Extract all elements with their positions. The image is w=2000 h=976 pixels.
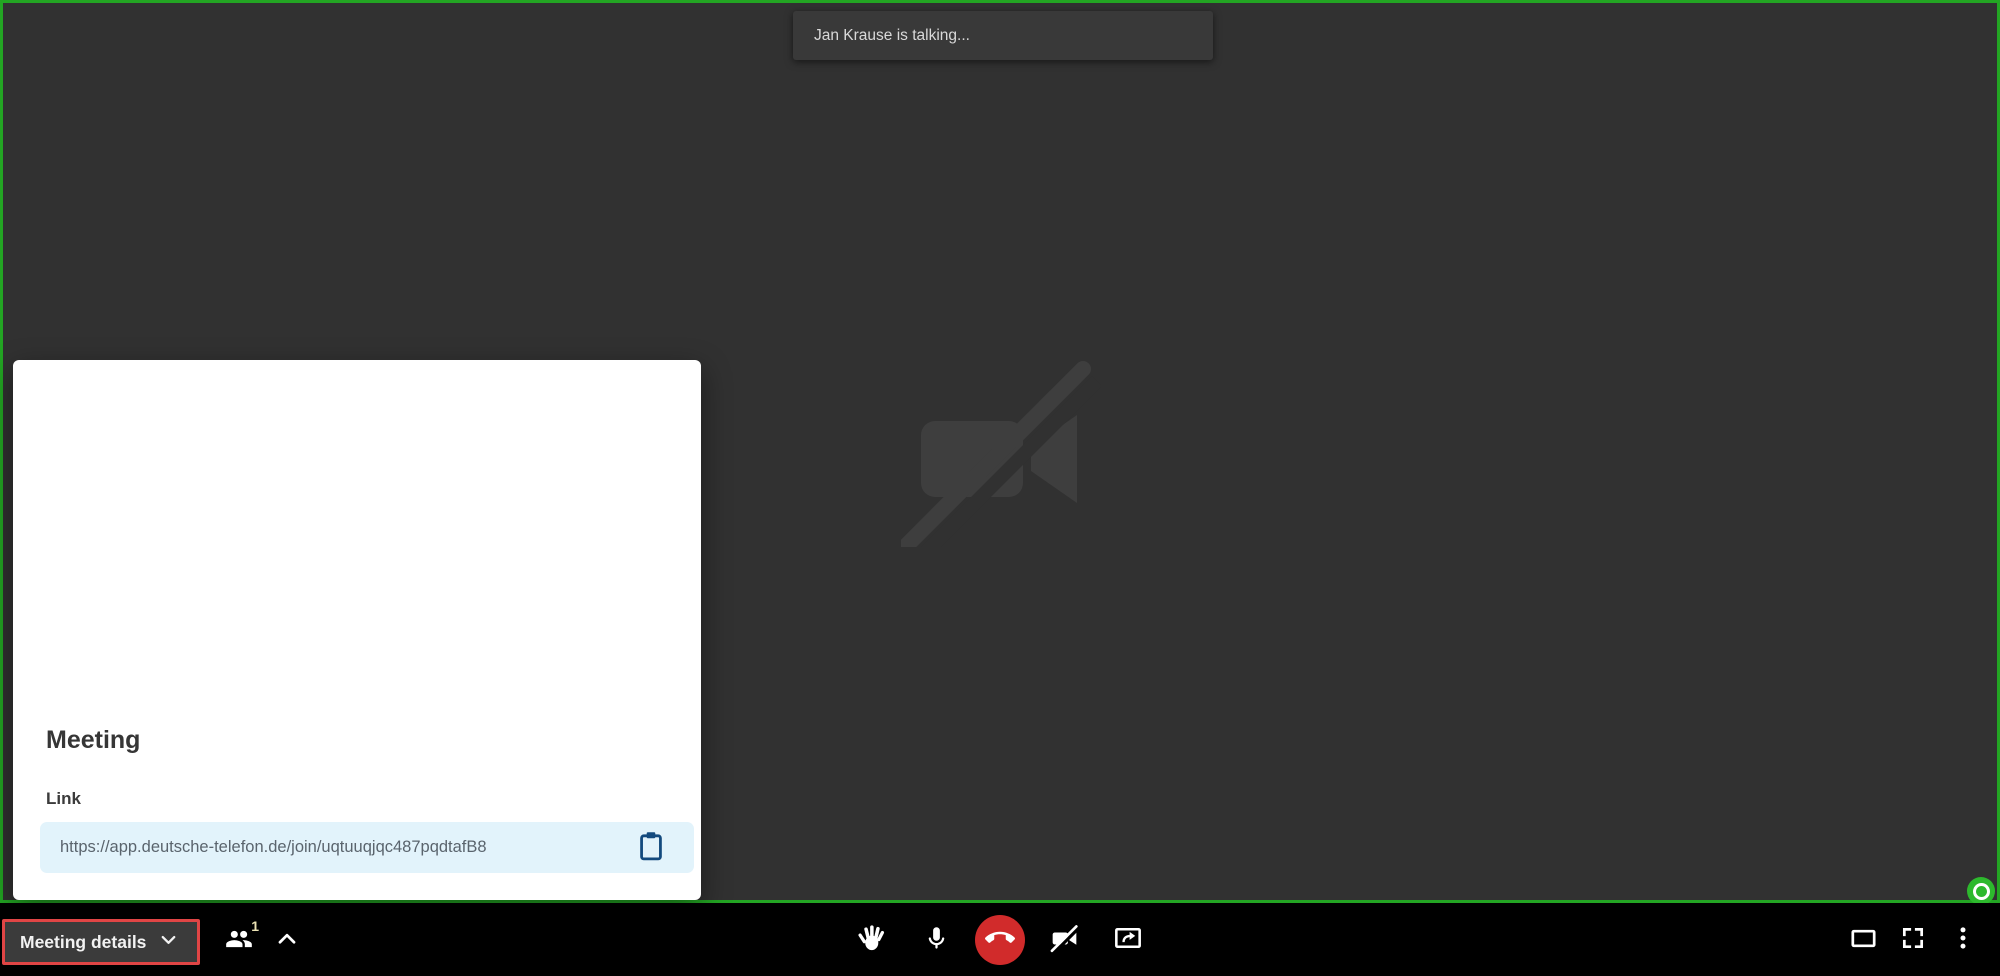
- fullscreen-button[interactable]: [1888, 903, 1938, 976]
- hang-up-icon: [985, 923, 1015, 956]
- link-label: Link: [46, 789, 81, 809]
- copy-link-button[interactable]: [636, 831, 666, 865]
- chevron-up-icon: [274, 926, 300, 955]
- participants-button[interactable]: 1: [216, 917, 262, 963]
- share-screen-icon: [1114, 924, 1142, 955]
- call-controls: [840, 903, 1160, 976]
- filmstrip-view-icon: [1850, 925, 1877, 955]
- share-screen-button[interactable]: [1096, 903, 1160, 976]
- chevron-down-icon: [157, 928, 180, 956]
- microphone-button[interactable]: [904, 903, 968, 976]
- meeting-details-dialog: Meeting Link https://app.deutsche-telefo…: [13, 360, 701, 900]
- hang-up-button[interactable]: [968, 903, 1032, 976]
- speaking-toast-text: Jan Krause is talking...: [814, 27, 970, 45]
- raise-hand-icon: [858, 924, 886, 955]
- camera-off-watermark-icon: [901, 359, 1101, 547]
- view-controls: [1838, 903, 1988, 976]
- meeting-details-label: Meeting details: [20, 932, 146, 953]
- expand-toolbar-button[interactable]: [266, 919, 308, 961]
- meeting-app-screen: Jan Krause is talking... Meeting Link ht…: [0, 0, 2000, 976]
- raise-hand-button[interactable]: [840, 903, 904, 976]
- kebab-menu-icon: [1950, 925, 1976, 954]
- meeting-details-button[interactable]: Meeting details: [2, 919, 200, 965]
- hang-up-circle: [975, 915, 1025, 965]
- meeting-link-value[interactable]: https://app.deutsche-telefon.de/join/uqt…: [60, 838, 487, 857]
- clipboard-icon: [638, 831, 664, 864]
- microphone-icon: [923, 925, 950, 955]
- toggle-view-button[interactable]: [1838, 903, 1888, 976]
- camera-toggle-button[interactable]: [1032, 903, 1096, 976]
- participants-icon: [225, 925, 253, 956]
- camera-off-icon: [1050, 924, 1079, 956]
- video-stage: Jan Krause is talking... Meeting Link ht…: [0, 0, 2000, 903]
- meeting-link-field[interactable]: https://app.deutsche-telefon.de/join/uqt…: [40, 822, 694, 873]
- participants-count-badge: 1: [251, 918, 259, 934]
- dialog-title: Meeting: [46, 726, 140, 755]
- connection-indicator-ring: [1973, 883, 1990, 900]
- more-options-button[interactable]: [1938, 903, 1988, 976]
- bottom-toolbar: Meeting details 1: [0, 903, 2000, 976]
- speaking-toast: Jan Krause is talking...: [793, 11, 1213, 60]
- fullscreen-icon: [1900, 925, 1926, 954]
- connection-indicator: [1967, 877, 1995, 905]
